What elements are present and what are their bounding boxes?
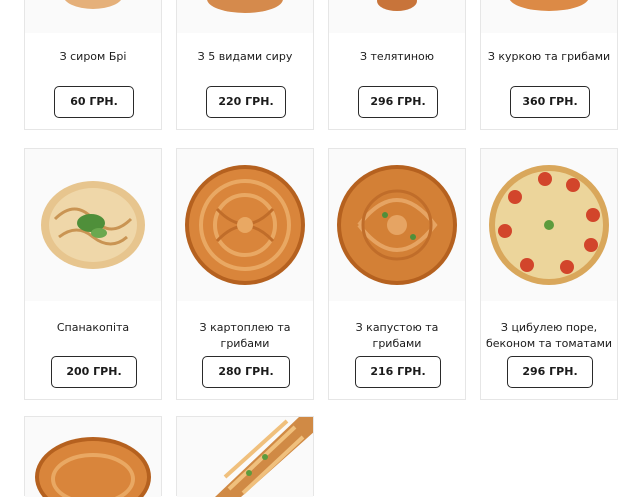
price-button[interactable]: 216 ГРН. xyxy=(355,356,441,388)
price-button[interactable]: 296 ГРН. xyxy=(507,356,593,388)
product-card[interactable]: З капустою та грибами 216 ГРН. xyxy=(328,148,466,400)
product-card[interactable]: З цибулею поре, беконом та томатами 296 … xyxy=(480,148,618,400)
product-name: З 5 видами сиру xyxy=(197,50,293,63)
product-card[interactable]: З картоплею та грибами 280 ГРН. xyxy=(176,148,314,400)
product-card[interactable]: З сиром Брі 60 ГРН. xyxy=(24,0,162,130)
product-image[interactable] xyxy=(25,0,161,33)
product-name: Спанакопіта xyxy=(56,321,130,334)
product-card[interactable]: З куркою та грибами 360 ГРН. xyxy=(480,0,618,130)
product-name: З телятиною xyxy=(359,50,435,63)
price-button[interactable]: 296 ГРН. xyxy=(358,86,438,118)
strudel-image[interactable] xyxy=(177,417,313,497)
product-name: З капустою та грибами xyxy=(355,321,439,350)
product-card[interactable]: Спанакопіта 200 ГРН. xyxy=(24,148,162,400)
price-button[interactable]: 60 ГРН. xyxy=(54,86,134,118)
product-name: З картоплею та грибами xyxy=(199,321,291,350)
product-card[interactable] xyxy=(24,416,162,497)
product-image[interactable] xyxy=(329,0,465,33)
product-image[interactable] xyxy=(177,0,313,33)
product-name: З цибулею поре, беконом та томатами xyxy=(485,321,613,350)
price-button[interactable]: 220 ГРН. xyxy=(206,86,286,118)
spanakopita-image[interactable] xyxy=(25,149,161,301)
quiche-image[interactable] xyxy=(481,149,617,301)
pie-image[interactable] xyxy=(329,149,465,301)
price-button[interactable]: 360 ГРН. xyxy=(510,86,590,118)
product-card[interactable]: З 5 видами сиру 220 ГРН. xyxy=(176,0,314,130)
product-name: З куркою та грибами xyxy=(487,50,611,63)
price-button[interactable]: 280 ГРН. xyxy=(202,356,290,388)
price-button[interactable]: 200 ГРН. xyxy=(51,356,137,388)
pie-image[interactable] xyxy=(177,149,313,301)
product-image[interactable] xyxy=(481,0,617,33)
product-card[interactable]: З телятиною 296 ГРН. xyxy=(328,0,466,130)
product-card[interactable] xyxy=(176,416,314,497)
product-name: З сиром Брі xyxy=(59,50,127,63)
pie-image[interactable] xyxy=(25,417,161,497)
